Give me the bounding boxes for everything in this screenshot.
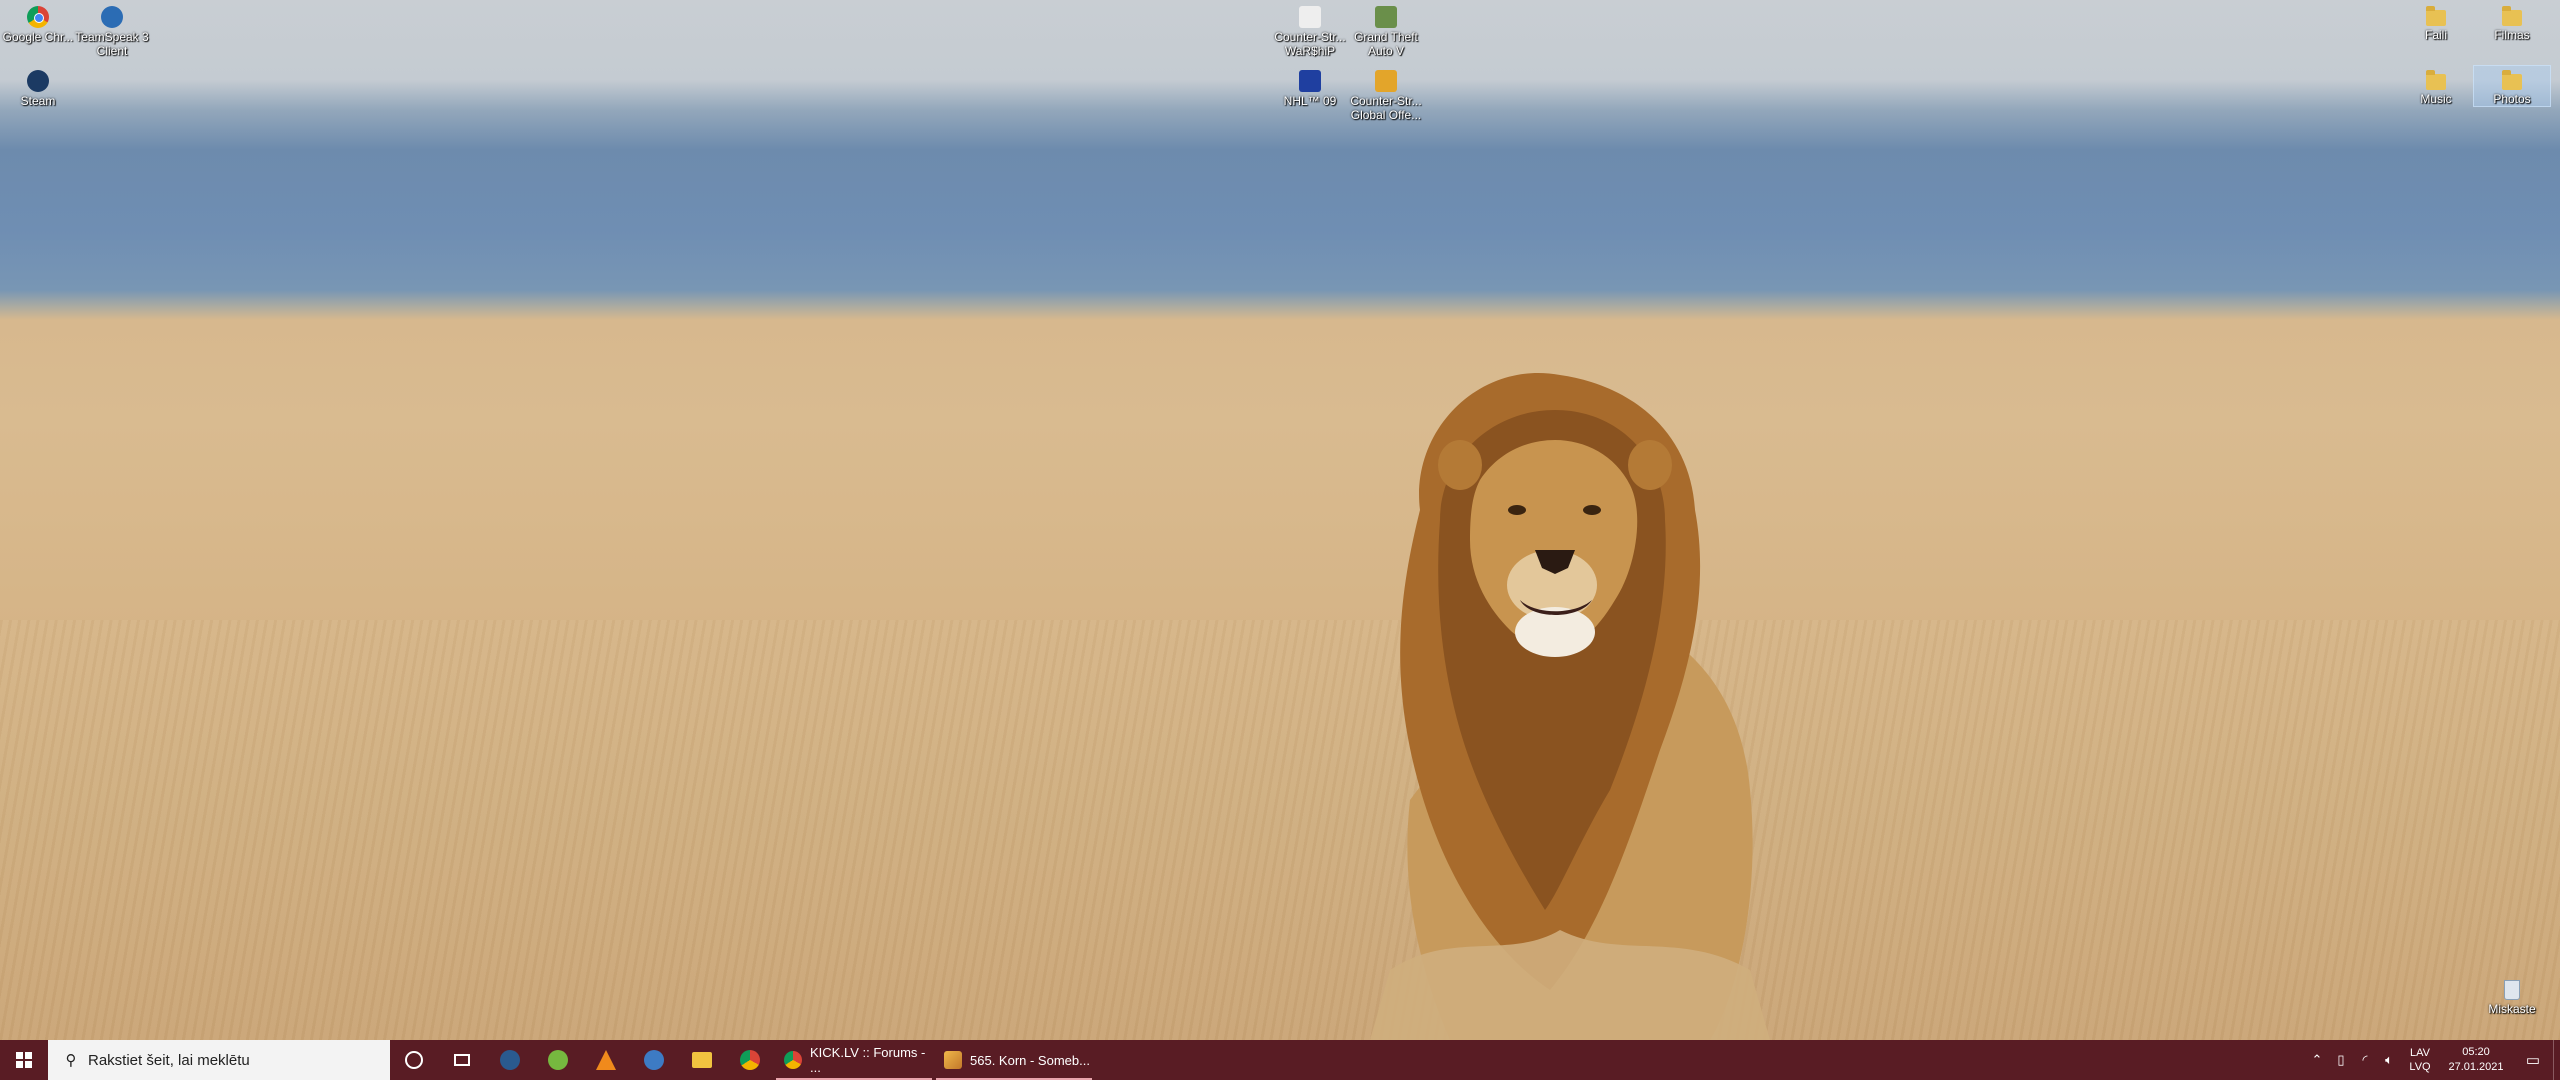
cortana-button[interactable] [390, 1040, 438, 1080]
desktop-icon-music[interactable]: Music [2398, 66, 2474, 106]
taskbar-app-kick-lv[interactable]: KICK.LV :: Forums - ... [774, 1040, 934, 1080]
grass-texture [0, 620, 2560, 1040]
chrome-icon [784, 1051, 802, 1069]
clock-date: 27.01.2021 [2448, 1061, 2504, 1073]
lion-image [1370, 372, 1770, 1040]
nhl-09-icon [1299, 70, 1321, 92]
desktop-icon-faili[interactable]: Faili [2398, 2, 2474, 42]
file-explorer-icon [692, 1052, 712, 1068]
teamspeak-icon [101, 6, 123, 28]
desktop-icon-recycle-bin[interactable]: Miskaste [2474, 976, 2550, 1016]
desktop-icon-label: Counter-Str... WaR$hiP [1274, 30, 1346, 58]
desktop-icon-label: Counter-Str... Global Offe... [1350, 94, 1422, 122]
taskbar-app-label: KICK.LV :: Forums - ... [810, 1045, 926, 1075]
search-icon: ⚲ [65, 1051, 77, 1069]
teamspeak-icon [644, 1050, 664, 1070]
winamp-icon [944, 1051, 962, 1069]
windows-logo-icon [16, 1052, 32, 1068]
taskbar-chrome[interactable] [726, 1040, 774, 1080]
desktop-icon-label: Grand Theft Auto V [1354, 30, 1418, 58]
folder-icon [2502, 70, 2522, 90]
search-input[interactable] [86, 1050, 380, 1070]
taskbar: ⚲ KICK.LV :: Forums - ... 565. Korn - So… [0, 1040, 2560, 1080]
desktop-icon-google-chrome[interactable]: Google Chr... [0, 2, 76, 44]
steam-icon [27, 70, 49, 92]
search-box[interactable]: ⚲ [48, 1040, 390, 1080]
battery-icon[interactable]: ▯ [2329, 1052, 2353, 1068]
desktop-icon-csgo[interactable]: Counter-Str... Global Offe... [1348, 66, 1424, 122]
taskbar-utorrent[interactable] [534, 1040, 582, 1080]
desktop-icon-gta-v[interactable]: Grand Theft Auto V [1348, 2, 1424, 58]
desktop-icon-label: NHL™ 09 [1283, 94, 1337, 108]
taskbar-vlc[interactable] [582, 1040, 630, 1080]
chrome-icon [740, 1050, 760, 1070]
keyboard-layout: LVQ [2409, 1061, 2431, 1073]
desktop-icon-steam[interactable]: Steam [0, 66, 76, 108]
desktop-icon-label: Miskaste [2488, 1002, 2536, 1016]
task-view-icon [454, 1054, 470, 1066]
desktop-icon-label: Google Chr... [2, 30, 74, 44]
taskbar-app-winamp[interactable]: 565. Korn - Someb... [934, 1040, 1094, 1080]
desktop-icon-nhl-09[interactable]: NHL™ 09 [1272, 66, 1348, 108]
taskbar-app-label: 565. Korn - Someb... [970, 1052, 1090, 1068]
csgo-icon [1375, 70, 1397, 92]
folder-icon [2426, 6, 2446, 26]
notification-icon[interactable]: ▭ [2513, 1051, 2553, 1069]
desktop-icon-label: Steam [20, 94, 56, 108]
desktop-icon-photos[interactable]: Photos [2473, 65, 2551, 107]
folder-icon [2502, 6, 2522, 26]
language-indicator[interactable]: LAV LVQ [2401, 1046, 2439, 1074]
language-code: LAV [2410, 1047, 2430, 1059]
counter-strike-icon [1299, 6, 1321, 28]
gta-v-icon [1375, 6, 1397, 28]
cortana-icon [405, 1051, 423, 1069]
show-desktop-button[interactable] [2553, 1040, 2560, 1080]
desktop-icon-label: Faili [2424, 28, 2447, 42]
recycle-bin-icon [2504, 980, 2520, 1000]
steam-icon [500, 1050, 520, 1070]
volume-icon[interactable]: 🔈︎ [2377, 1052, 2401, 1068]
desktop-icon-filmas[interactable]: Filmas [2474, 2, 2550, 42]
chevron-up-icon[interactable]: ⌃ [2305, 1052, 2329, 1068]
desktop-icon-label: Photos [2493, 92, 2531, 106]
clock-time: 05:20 [2462, 1046, 2490, 1058]
utorrent-icon [548, 1050, 568, 1070]
network-icon[interactable]: ◜ [2353, 1052, 2377, 1068]
system-tray: ⌃ ▯ ◜ 🔈︎ LAV LVQ 05:20 27.01.2021 ▭ [2305, 1040, 2560, 1080]
vlc-icon [596, 1050, 616, 1070]
clock[interactable]: 05:20 27.01.2021 [2439, 1045, 2513, 1075]
taskbar-steam[interactable] [486, 1040, 534, 1080]
desktop-icon-label: TeamSpeak 3 Client [75, 30, 149, 58]
start-button[interactable] [0, 1040, 48, 1080]
chrome-icon [27, 6, 49, 28]
desktop-icon-counter-strike[interactable]: Counter-Str... WaR$hiP [1272, 2, 1348, 58]
taskbar-teamspeak[interactable] [630, 1040, 678, 1080]
folder-icon [2426, 70, 2446, 90]
desktop-icon-teamspeak[interactable]: TeamSpeak 3 Client [74, 2, 150, 58]
desktop-icon-label: Filmas [2494, 28, 2530, 42]
taskbar-file-explorer[interactable] [678, 1040, 726, 1080]
desktop-icon-label: Music [2420, 92, 2452, 106]
task-view-button[interactable] [438, 1040, 486, 1080]
desktop-wallpaper [0, 0, 2560, 1040]
